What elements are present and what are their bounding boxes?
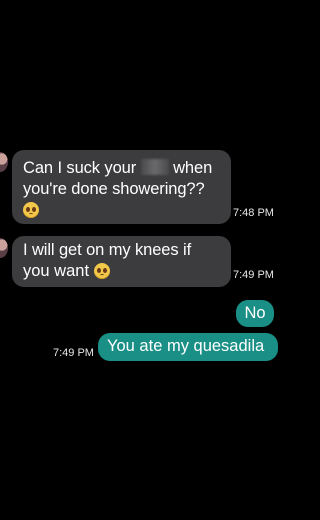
contact-avatar[interactable] [0, 238, 8, 258]
pleading-face-emoji-icon [93, 263, 110, 279]
message-text-line: you want [23, 261, 219, 282]
emoji-line [23, 200, 219, 221]
censored-word [140, 159, 169, 175]
message-text-segment: you want [23, 262, 90, 280]
message-text-line: I will get on my knees if [23, 241, 192, 259]
contact-avatar[interactable] [0, 152, 8, 172]
message-bubble-outgoing[interactable]: No [236, 300, 274, 327]
message-text-line: you're done showering?? [23, 180, 205, 198]
message-bubble-incoming[interactable]: I will get on my knees if you want [12, 236, 231, 287]
message-text-segment: Can I suck your [23, 159, 137, 177]
message-timestamp: 7:49 PM [53, 347, 94, 359]
message-timestamp: 7:49 PM [233, 269, 274, 281]
message-bubble-incoming[interactable]: Can I suck your when you're done showeri… [12, 150, 231, 224]
message-text: You ate my quesadila [107, 337, 265, 355]
pleading-face-emoji-icon [23, 202, 39, 218]
message-text: Can I suck your when [23, 158, 219, 179]
message-timestamp: 7:48 PM [233, 207, 274, 219]
message-bubble-outgoing[interactable]: You ate my quesadila [98, 333, 278, 361]
message-text: No [244, 304, 266, 322]
message-text-segment: when [173, 159, 213, 177]
